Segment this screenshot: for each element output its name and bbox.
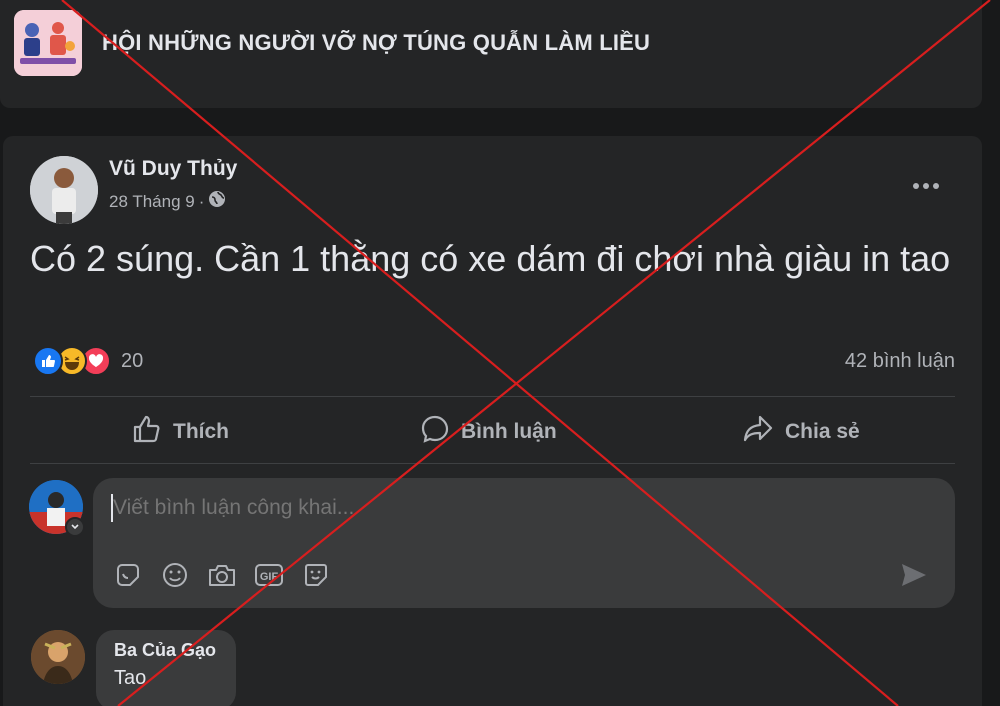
sticker-icon[interactable] [113, 560, 143, 590]
post-date[interactable]: 28 Tháng 9 [109, 192, 195, 212]
gif-label: GIF [260, 571, 279, 583]
comment-button[interactable]: Bình luận [419, 413, 557, 451]
thumbs-up-icon [131, 413, 163, 451]
camera-icon[interactable] [207, 560, 237, 590]
commenter-avatar[interactable] [31, 630, 85, 684]
comment-bubble-icon [419, 413, 451, 451]
send-icon[interactable] [897, 558, 931, 592]
emoji-icon[interactable] [160, 560, 190, 590]
chevron-down-icon[interactable] [65, 517, 85, 537]
comment-label: Bình luận [461, 420, 557, 443]
sticker-face-icon[interactable] [301, 560, 331, 590]
comment-input[interactable] [113, 496, 813, 520]
meta-separator: · [198, 191, 205, 211]
comment-composer[interactable]: GIF [93, 478, 955, 608]
gif-icon[interactable]: GIF [254, 560, 284, 590]
comment-bubble: Ba Của Gạo Tao [96, 630, 236, 706]
author-name[interactable]: Vũ Duy Thủy [109, 157, 237, 181]
divider [30, 463, 955, 464]
post-text: Có 2 súng. Cần 1 thằng có xe dám đi chơi… [30, 238, 951, 279]
comment-text: Tao [114, 667, 147, 689]
like-button[interactable]: Thích [131, 413, 229, 451]
globe-icon [208, 190, 226, 213]
share-button[interactable]: Chia sẻ [741, 413, 860, 451]
post-meta: 28 Tháng 9 · [109, 190, 226, 213]
group-name[interactable]: HỘI NHỮNG NGƯỜI VỠ NỢ TÚNG QUẪN LÀM LIỀU [102, 30, 650, 56]
share-arrow-icon [741, 413, 775, 451]
commenter-name[interactable]: Ba Của Gạo [114, 640, 218, 661]
divider [30, 396, 955, 397]
group-header: HỘI NHỮNG NGƯỜI VỠ NỢ TÚNG QUẪN LÀM LIỀU [0, 0, 982, 108]
reaction-count: 20 [121, 349, 144, 372]
like-label: Thích [173, 420, 229, 443]
author-avatar[interactable] [30, 156, 98, 224]
group-cover-thumbnail[interactable] [14, 10, 82, 76]
share-label: Chia sẻ [785, 420, 860, 443]
post-card: Vũ Duy Thủy 28 Tháng 9 · Có 2 súng. Cần … [3, 136, 982, 706]
reaction-summary[interactable]: 20 [33, 346, 143, 376]
more-options-button[interactable] [901, 172, 951, 200]
comment-count-link[interactable]: 42 bình luận [845, 350, 955, 373]
like-icon [33, 346, 63, 376]
